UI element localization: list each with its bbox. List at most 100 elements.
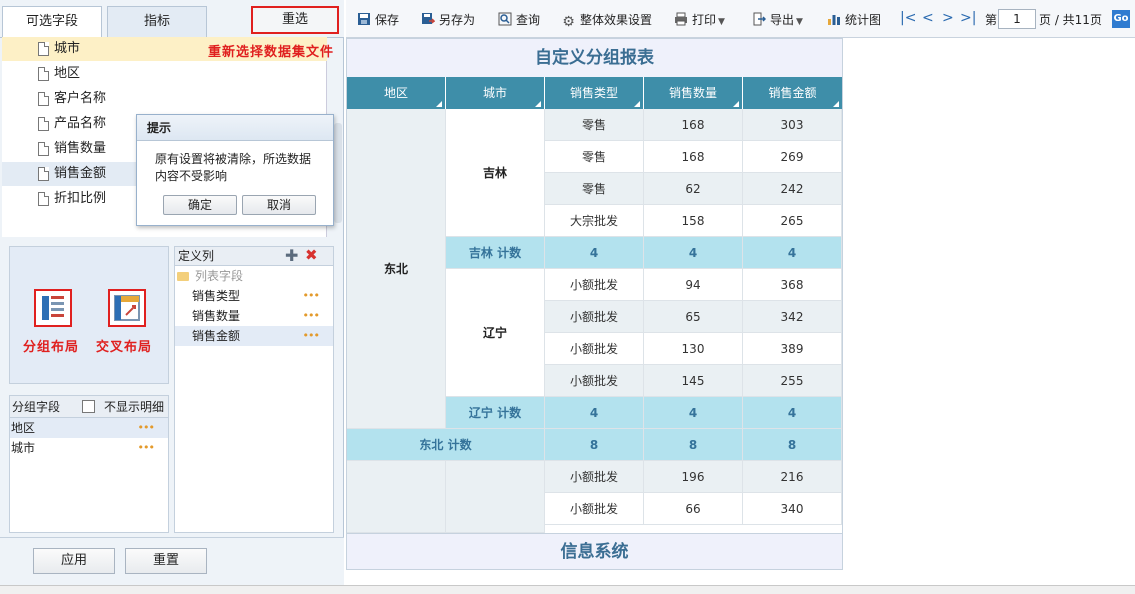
more-options-icon[interactable]: ••• bbox=[303, 326, 320, 346]
subtotal-cell: 4 bbox=[743, 237, 842, 269]
page-prefix: 第 bbox=[985, 13, 998, 27]
header-label: 销售类型 bbox=[569, 86, 618, 100]
subtotal-cell: 4 bbox=[545, 237, 644, 269]
column-label: 销售数量 bbox=[192, 309, 241, 323]
field-label: 城市 bbox=[54, 41, 81, 56]
folder-label: 列表字段 bbox=[195, 269, 244, 283]
more-options-icon[interactable]: ••• bbox=[303, 306, 320, 326]
go-button[interactable]: Go bbox=[1112, 10, 1130, 28]
subtotal-cell: 4 bbox=[644, 397, 743, 429]
table-cell: 66 bbox=[644, 493, 743, 525]
define-columns-header: 定义列 ✚ ✖ bbox=[175, 246, 333, 266]
prev-page-icon[interactable]: < bbox=[922, 10, 934, 26]
table-cell: 216 bbox=[743, 461, 842, 493]
cross-layout-label[interactable]: 交叉布局 bbox=[96, 336, 152, 355]
header-city[interactable]: 城市 bbox=[446, 77, 545, 109]
header-label: 城市 bbox=[482, 86, 507, 100]
table-cell: 小额批发 bbox=[545, 269, 644, 301]
group-field-item[interactable]: 城市 ••• bbox=[10, 438, 168, 458]
field-label: 客户名称 bbox=[54, 91, 107, 106]
column-item[interactable]: 销售数量 ••• bbox=[175, 306, 333, 326]
save-as-button[interactable]: 另存为 bbox=[420, 11, 475, 29]
table-cell: 368 bbox=[743, 269, 842, 301]
field-label: 地区 bbox=[54, 66, 81, 81]
stats-label: 统计图 bbox=[845, 13, 882, 27]
more-options-icon[interactable]: ••• bbox=[303, 286, 320, 306]
sort-icon bbox=[535, 101, 541, 107]
chevron-down-icon: ▼ bbox=[796, 17, 803, 27]
table-cell: 255 bbox=[743, 365, 842, 397]
toolbar: 保存 另存为 查询 ⚙ 整体效果设置 打印 ▼ 导出 ▼ 统计图 |< < > >| … bbox=[346, 0, 1135, 38]
table-cell: 零售 bbox=[545, 173, 644, 205]
more-options-icon[interactable]: ••• bbox=[138, 438, 155, 458]
header-sales-type[interactable]: 销售类型 bbox=[545, 77, 644, 109]
table-cell: 小额批发 bbox=[545, 333, 644, 365]
table-cell: 62 bbox=[644, 173, 743, 205]
reselect-button[interactable]: 重选 bbox=[251, 6, 339, 34]
column-item[interactable]: 销售金额 ••• bbox=[175, 326, 333, 346]
save-button[interactable]: 保存 bbox=[356, 11, 399, 29]
field-list-scrollbar[interactable] bbox=[334, 123, 342, 223]
table-cell: 小额批发 bbox=[545, 365, 644, 397]
cross-layout-icon[interactable] bbox=[108, 289, 146, 327]
left-tabbar: 可选字段 指标 重选 bbox=[0, 0, 344, 39]
table-cell: 130 bbox=[644, 333, 743, 365]
dialog-title: 提示 bbox=[137, 115, 333, 141]
group-fields-panel: 分组字段 不显示明细 地区 ••• 城市 ••• bbox=[9, 395, 169, 533]
stats-chart-button[interactable]: 统计图 bbox=[826, 11, 881, 29]
query-button[interactable]: 查询 bbox=[497, 11, 540, 29]
query-icon bbox=[497, 12, 512, 26]
tab-available-fields[interactable]: 可选字段 bbox=[2, 6, 102, 39]
table-cell: 小额批发 bbox=[545, 493, 644, 525]
page-number-input[interactable]: 1 bbox=[998, 9, 1036, 29]
last-page-icon[interactable]: >| bbox=[960, 10, 976, 26]
print-button[interactable]: 打印 ▼ bbox=[673, 11, 725, 29]
reset-button[interactable]: 重置 bbox=[125, 548, 207, 574]
header-sales-amount[interactable]: 销售金额 bbox=[743, 77, 842, 109]
report-title: 自定义分组报表 bbox=[347, 39, 842, 77]
hide-detail-checkbox[interactable] bbox=[82, 400, 95, 413]
save-as-icon bbox=[420, 12, 436, 26]
group-field-item[interactable]: 地区 ••• bbox=[10, 418, 168, 438]
cancel-button[interactable]: 取消 bbox=[242, 195, 316, 215]
first-page-icon[interactable]: |< bbox=[900, 10, 916, 26]
table-cell: 小额批发 bbox=[545, 301, 644, 333]
field-label: 销售金额 bbox=[54, 166, 107, 181]
more-options-icon[interactable]: ••• bbox=[138, 418, 155, 438]
header-region[interactable]: 地区 bbox=[347, 77, 446, 109]
table-cell: 158 bbox=[644, 205, 743, 237]
table-cell: 零售 bbox=[545, 109, 644, 141]
group-layout-label[interactable]: 分组布局 bbox=[23, 336, 79, 355]
tab-metrics[interactable]: 指标 bbox=[107, 6, 207, 38]
confirm-dialog: 提示 原有设置将被清除，所选数据内容不受影响 确定 取消 bbox=[136, 114, 334, 226]
export-button[interactable]: 导出 ▼ bbox=[751, 11, 803, 29]
column-item[interactable]: 销售类型 ••• bbox=[175, 286, 333, 306]
header-label: 地区 bbox=[383, 86, 408, 100]
region-total-cell: 8 bbox=[545, 429, 644, 461]
group-layout-icon[interactable] bbox=[34, 289, 72, 327]
next-page-icon[interactable]: > bbox=[942, 10, 954, 26]
table-cell: 242 bbox=[743, 173, 842, 205]
column-folder[interactable]: 列表字段 bbox=[175, 266, 333, 286]
document-icon bbox=[38, 42, 49, 56]
field-item-region[interactable]: 地区 bbox=[2, 62, 327, 86]
field-item-customer[interactable]: 客户名称 bbox=[2, 87, 327, 111]
save-label: 保存 bbox=[375, 13, 400, 27]
page-total: 页 / 共11页 bbox=[1039, 13, 1102, 27]
city-cell-jilin: 吉林 bbox=[446, 109, 545, 237]
document-icon bbox=[38, 192, 49, 206]
field-label: 折扣比例 bbox=[54, 191, 107, 206]
region-cell: 东北 bbox=[347, 109, 446, 429]
apply-button[interactable]: 应用 bbox=[33, 548, 115, 574]
document-icon bbox=[38, 167, 49, 181]
delete-icon[interactable]: ✖ bbox=[305, 246, 318, 265]
header-sales-qty[interactable]: 销售数量 bbox=[644, 77, 743, 109]
table-cell: 94 bbox=[644, 269, 743, 301]
add-icon[interactable]: ✚ bbox=[285, 246, 298, 265]
print-label: 打印 bbox=[692, 13, 717, 27]
effects-settings-button[interactable]: ⚙ 整体效果设置 bbox=[561, 11, 652, 29]
table-cell: 389 bbox=[743, 333, 842, 365]
left-panel: 可选字段 指标 重选 城市 地区 客户名称 产品名称 销售数量 销售金额 折扣比… bbox=[0, 0, 344, 594]
region-cell-empty bbox=[347, 461, 446, 533]
ok-button[interactable]: 确定 bbox=[163, 195, 237, 215]
